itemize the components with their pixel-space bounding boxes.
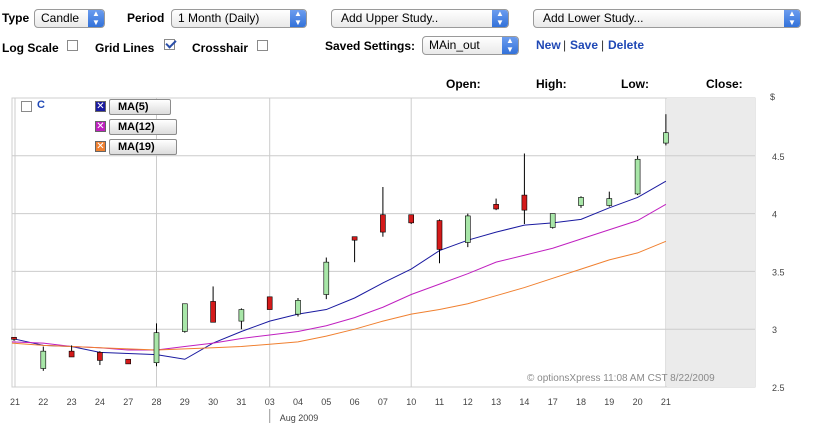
ma5-toggle-icon[interactable]: ✕ bbox=[95, 101, 106, 112]
grid-lines-checkbox[interactable] bbox=[164, 39, 175, 50]
link-separator: | bbox=[601, 38, 605, 52]
period-label: Period bbox=[127, 11, 165, 25]
x-tick-label: 18 bbox=[576, 397, 586, 407]
x-tick-label: 12 bbox=[463, 397, 473, 407]
x-tick-label: 06 bbox=[350, 397, 360, 407]
upper-study-value: Add Upper Study.. bbox=[341, 11, 439, 25]
x-tick-label: 03 bbox=[265, 397, 275, 407]
x-tick-label: 27 bbox=[123, 397, 133, 407]
x-tick-label: 10 bbox=[406, 397, 416, 407]
type-label: Type bbox=[2, 11, 30, 25]
x-tick-label: 20 bbox=[633, 397, 643, 407]
symbol-checkbox[interactable] bbox=[21, 101, 32, 112]
type-select-value: Candle bbox=[41, 11, 80, 25]
x-tick-label: 28 bbox=[151, 397, 161, 407]
x-tick-label: 22 bbox=[38, 397, 48, 407]
crosshair-label: Crosshair bbox=[192, 41, 249, 55]
candle-body bbox=[578, 197, 584, 206]
lower-study-value: Add Lower Study... bbox=[543, 11, 644, 25]
x-tick-label: 04 bbox=[293, 397, 303, 407]
candle-body bbox=[436, 220, 443, 250]
candle-body bbox=[464, 215, 471, 243]
month-label: Aug 2009 bbox=[280, 413, 319, 423]
saved-settings-label: Saved Settings: bbox=[325, 39, 416, 53]
candle-body bbox=[606, 198, 613, 206]
crosshair-checkbox[interactable] bbox=[257, 40, 268, 51]
y-unit-label: $ bbox=[770, 92, 775, 102]
saved-settings-value: MAin_out bbox=[429, 38, 480, 52]
ma5-button[interactable]: MA(5) bbox=[109, 99, 171, 115]
candle-body bbox=[380, 214, 386, 233]
x-tick-label: 11 bbox=[435, 397, 444, 407]
x-tick-label: 17 bbox=[548, 397, 558, 407]
candle-body bbox=[493, 204, 499, 210]
candle-body bbox=[351, 236, 358, 241]
grid-lines-label: Grid Lines bbox=[95, 41, 155, 55]
x-tick-label: 07 bbox=[378, 397, 388, 407]
ma19-button[interactable]: MA(19) bbox=[109, 139, 177, 155]
save-link[interactable]: Save bbox=[570, 38, 598, 52]
y-tick-label: 3.5 bbox=[772, 267, 785, 277]
x-tick-label: 19 bbox=[604, 397, 614, 407]
y-tick-label: 3 bbox=[772, 325, 777, 335]
candle-body bbox=[210, 301, 216, 323]
ma12-toggle-icon[interactable]: ✕ bbox=[95, 121, 106, 132]
lower-study-select[interactable]: Add Lower Study... ▲ ▼ bbox=[533, 9, 801, 28]
x-tick-label: 31 bbox=[236, 397, 246, 407]
candle-body bbox=[323, 261, 330, 295]
type-select[interactable]: Candle ▲ ▼ bbox=[34, 9, 105, 28]
chevron-updown-icon: ▲ ▼ bbox=[502, 37, 518, 54]
low-label: Low: bbox=[621, 77, 649, 91]
x-tick-label: 13 bbox=[491, 397, 501, 407]
high-label: High: bbox=[536, 77, 567, 91]
close-label: Close: bbox=[706, 77, 743, 91]
candle-body bbox=[125, 358, 131, 365]
candle-body bbox=[153, 332, 160, 364]
open-label: Open: bbox=[446, 77, 481, 91]
new-link[interactable]: New bbox=[536, 38, 561, 52]
delete-link[interactable]: Delete bbox=[608, 38, 644, 52]
chevron-updown-icon: ▲ ▼ bbox=[88, 10, 104, 27]
y-tick-label: 4.5 bbox=[772, 152, 785, 162]
candle-body bbox=[238, 309, 245, 322]
x-tick-label: 21 bbox=[10, 397, 20, 407]
log-scale-label: Log Scale bbox=[2, 41, 59, 55]
x-tick-label: 05 bbox=[321, 397, 331, 407]
saved-settings-select[interactable]: MAin_out ▲ ▼ bbox=[422, 36, 519, 55]
link-separator: | bbox=[563, 38, 567, 52]
log-scale-checkbox[interactable] bbox=[67, 40, 78, 51]
symbol-label: C bbox=[37, 99, 45, 111]
candle-body bbox=[549, 213, 556, 228]
candle-body bbox=[521, 194, 528, 211]
candle-body bbox=[40, 350, 47, 369]
candle-body bbox=[266, 296, 273, 310]
future-shade bbox=[667, 98, 755, 387]
chevron-updown-icon: ▲ ▼ bbox=[784, 10, 800, 27]
candle-body bbox=[97, 352, 103, 361]
candle-body bbox=[634, 158, 641, 195]
y-tick-label: 4 bbox=[772, 210, 777, 220]
chevron-updown-icon: ▲ ▼ bbox=[290, 10, 306, 27]
x-tick-label: 24 bbox=[95, 397, 105, 407]
x-tick-label: 30 bbox=[208, 397, 218, 407]
ma12-button[interactable]: MA(12) bbox=[109, 119, 177, 135]
candle-body bbox=[295, 300, 301, 315]
candle-body bbox=[408, 214, 415, 224]
ma19-toggle-icon[interactable]: ✕ bbox=[95, 141, 106, 152]
x-tick-label: 14 bbox=[519, 397, 529, 407]
chevron-updown-icon: ▲ ▼ bbox=[492, 10, 508, 27]
candle-body bbox=[11, 336, 17, 340]
candle-body bbox=[68, 350, 75, 358]
upper-study-select[interactable]: Add Upper Study.. ▲ ▼ bbox=[331, 9, 509, 28]
period-select[interactable]: 1 Month (Daily) ▲ ▼ bbox=[171, 9, 307, 28]
x-tick-label: 21 bbox=[661, 397, 671, 407]
candle-body bbox=[663, 132, 669, 144]
y-tick-label: 2.5 bbox=[772, 383, 785, 393]
x-tick-label: 29 bbox=[180, 397, 190, 407]
watermark: © optionsXpress 11:08 AM CST 8/22/2009 bbox=[527, 373, 715, 384]
x-tick-label: 23 bbox=[67, 397, 77, 407]
period-select-value: 1 Month (Daily) bbox=[178, 11, 260, 25]
candle-body bbox=[182, 303, 188, 332]
